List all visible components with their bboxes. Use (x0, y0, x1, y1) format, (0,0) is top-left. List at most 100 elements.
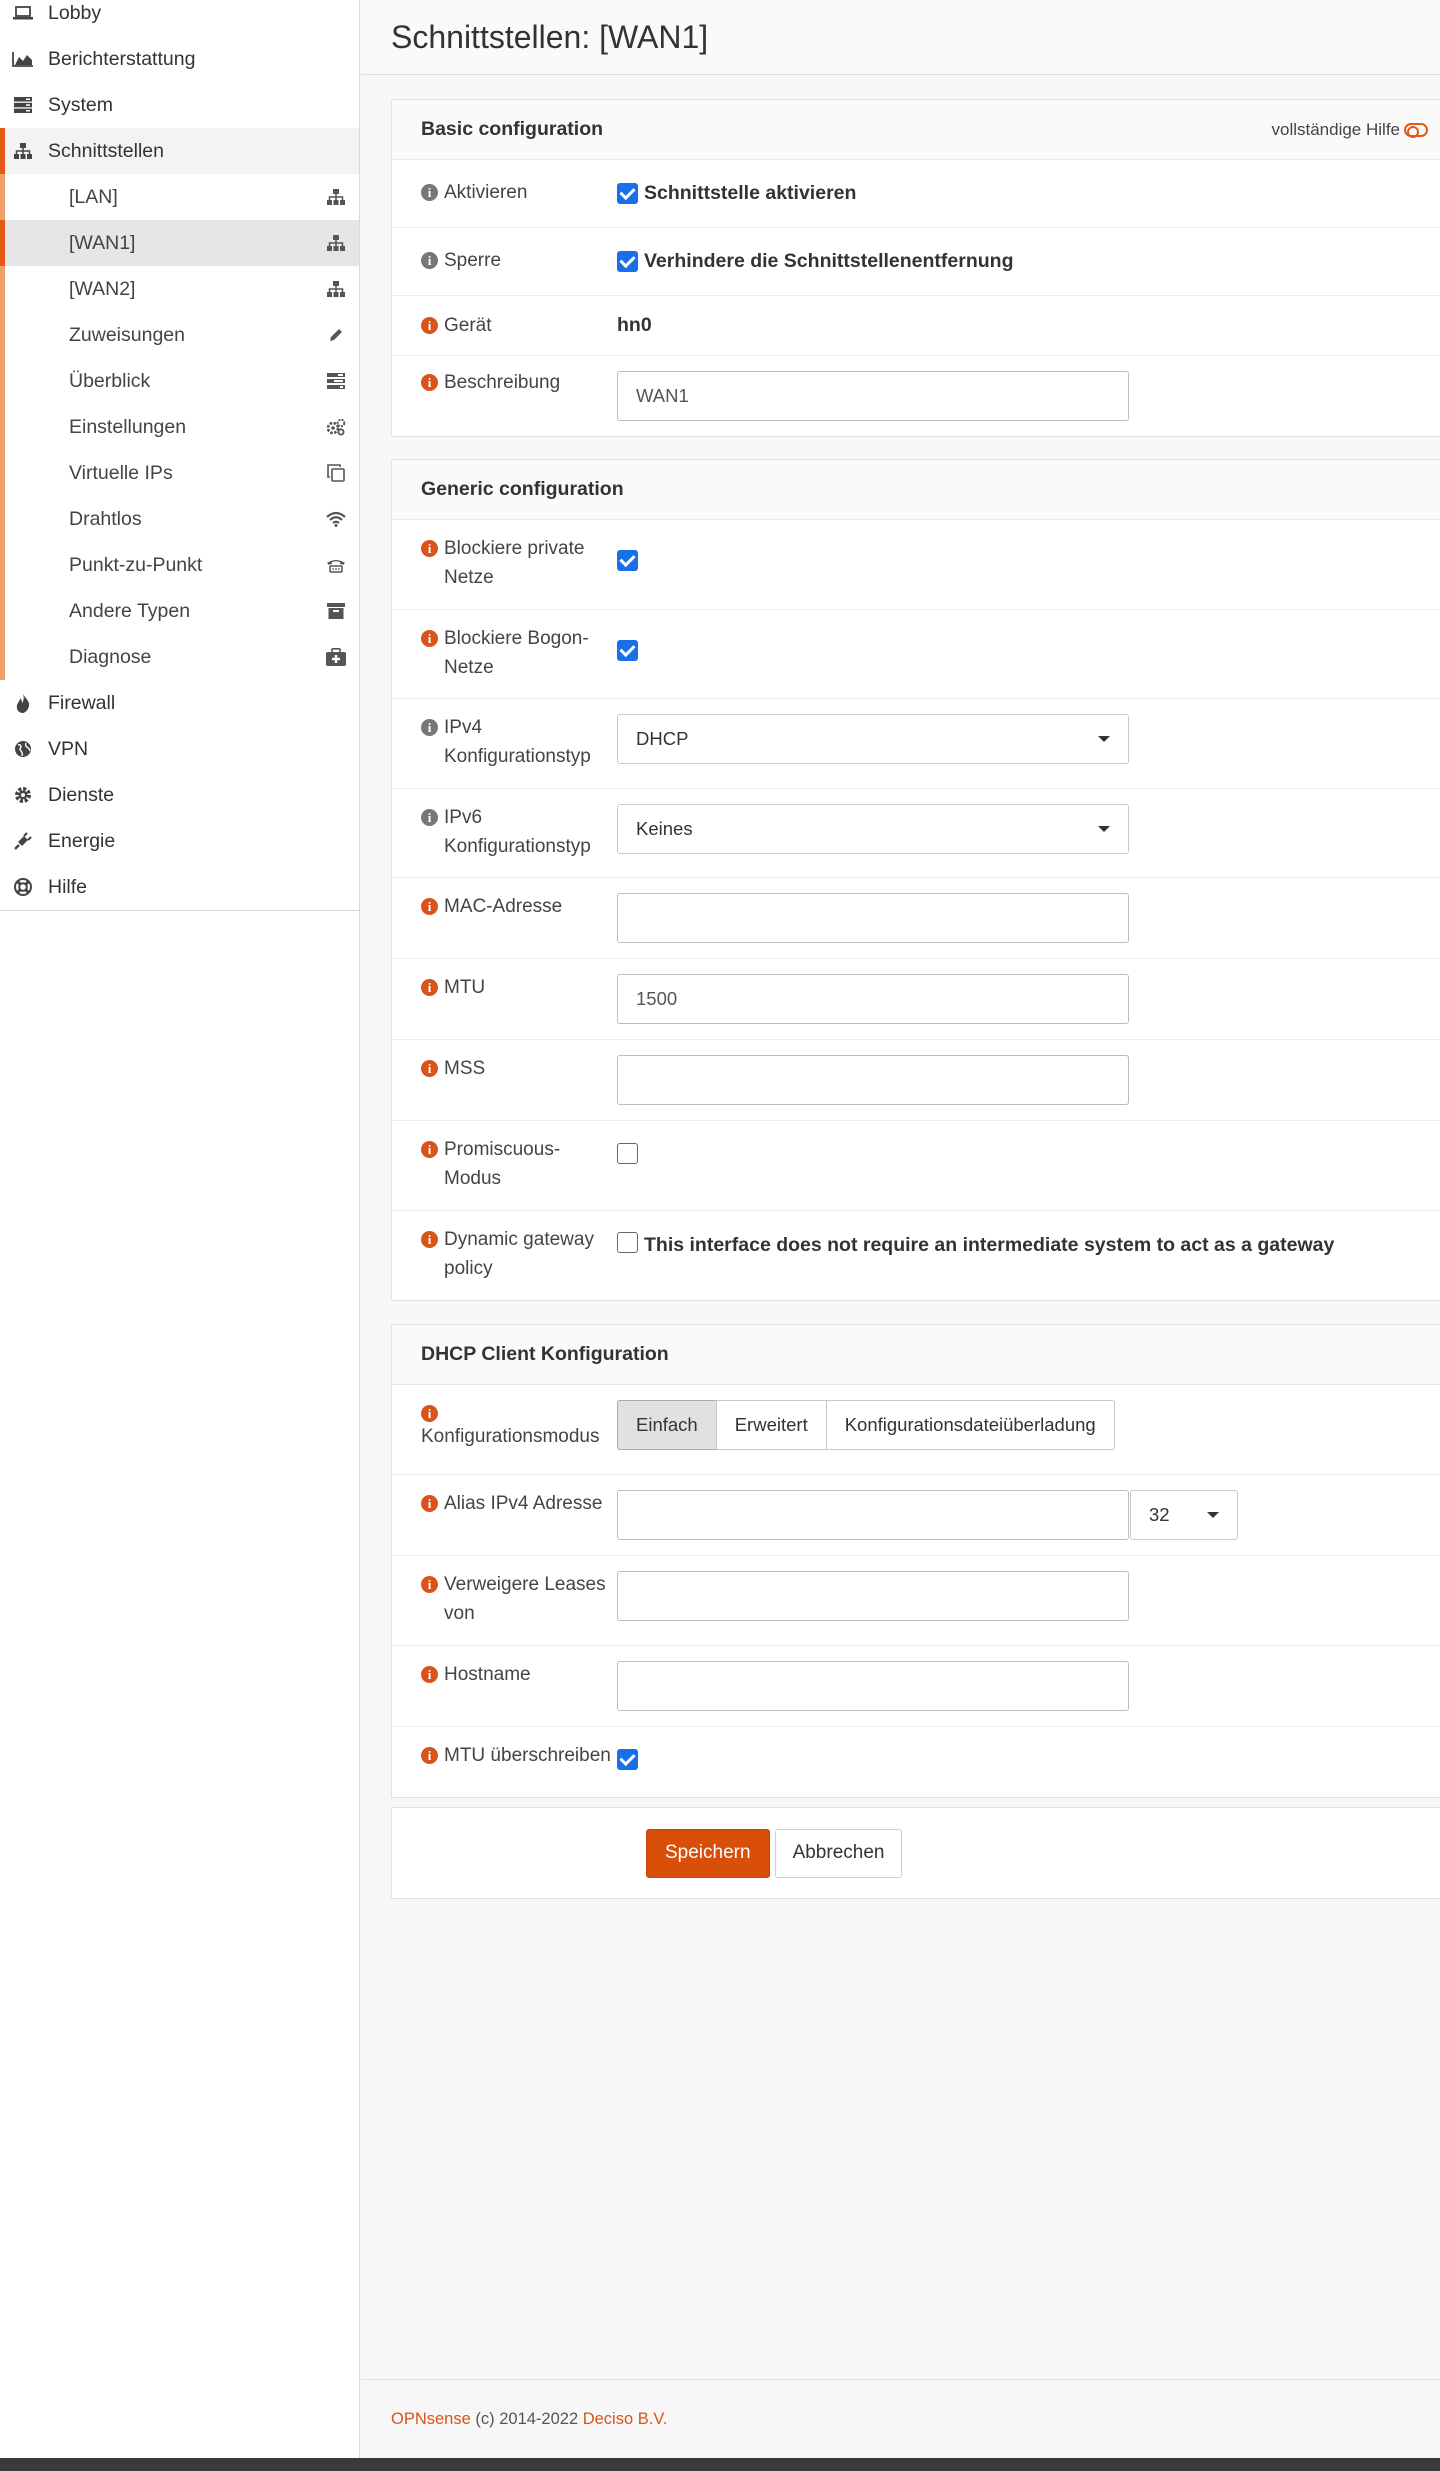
sidebar-item-hilfe[interactable]: Hilfe (0, 864, 359, 910)
page-header: Schnittstellen: [WAN1] (361, 0, 1440, 75)
sidebar-subitem-ueberblick[interactable]: Überblick (0, 358, 359, 404)
full-help-toggle[interactable]: vollständige Hilfe (1271, 120, 1428, 140)
info-icon[interactable]: i (421, 1576, 438, 1593)
info-icon[interactable]: i (421, 1747, 438, 1764)
enable-value: Schnittstelle aktivieren (617, 160, 1440, 227)
copyright-text: (c) 2014-2022 (475, 2409, 579, 2428)
reject-leases-input[interactable] (617, 1571, 1129, 1621)
sidebar-subitem-virtuelle-ips[interactable]: Virtuelle IPs (0, 450, 359, 496)
promiscuous-label: i Promiscuous-Modus (392, 1121, 617, 1210)
promiscuous-checkbox[interactable] (617, 1143, 638, 1164)
dynamic-gateway-checkbox[interactable] (617, 1232, 638, 1253)
description-input[interactable]: WAN1 (617, 371, 1129, 421)
info-icon[interactable]: i (421, 317, 438, 334)
sidebar-subitem-zuweisungen[interactable]: Zuweisungen (0, 312, 359, 358)
block-private-checkbox[interactable] (617, 550, 638, 571)
alias-ipv4-value: 32 (617, 1475, 1440, 1555)
info-icon[interactable]: i (421, 719, 438, 736)
lock-checkbox[interactable] (617, 251, 638, 272)
reject-leases-value (617, 1556, 1440, 1645)
sidebar-item-label: [WAN2] (69, 277, 136, 300)
info-icon[interactable]: i (421, 374, 438, 391)
info-icon[interactable]: i (421, 1231, 438, 1248)
info-icon[interactable]: i (421, 1405, 438, 1422)
enable-checkbox-label[interactable]: Schnittstelle aktivieren (644, 182, 856, 205)
sidebar-item-berichterstattung[interactable]: Berichterstattung (0, 36, 359, 82)
info-icon[interactable]: i (421, 1060, 438, 1077)
mac-address-input[interactable] (617, 893, 1129, 943)
config-mode-label: i Konfigurationsmodus (421, 1405, 600, 1447)
dynamic-gateway-checkbox-label[interactable]: This interface does not require an inter… (644, 1234, 1334, 1257)
block-bogon-label: i Blockiere Bogon-Netze (392, 610, 617, 698)
sidebar-subitem-drahtlos[interactable]: Drahtlos (0, 496, 359, 542)
sidebar-item-label: Hilfe (48, 875, 88, 898)
main-content: Schnittstellen: [WAN1] Basic configurati… (361, 0, 1440, 2458)
sidebar-subitem-wan2[interactable]: [WAN2] (0, 266, 359, 312)
sidebar-item-vpn[interactable]: VPN (0, 726, 359, 772)
override-mtu-checkbox[interactable] (617, 1749, 638, 1770)
sidebar-subitem-diagnose[interactable]: Diagnose (0, 634, 359, 680)
mac-row: i MAC-Adresse (392, 878, 1440, 959)
info-icon[interactable]: i (421, 1495, 438, 1512)
deciso-link[interactable]: Deciso B.V. (583, 2410, 668, 2429)
sidebar-subitem-lan[interactable]: [LAN] (0, 174, 359, 220)
info-icon[interactable]: i (421, 252, 438, 269)
pencil-icon (325, 324, 347, 346)
sidebar-subitem-andere-typen[interactable]: Andere Typen (0, 588, 359, 634)
sidebar-subitem-einstellungen[interactable]: Einstellungen (0, 404, 359, 450)
sitemap-icon (325, 232, 347, 254)
ipv6-type-select[interactable]: Keines (617, 804, 1129, 854)
hostname-input[interactable] (617, 1661, 1129, 1711)
lock-row: i Sperre Verhindere die Schnittstellenent… (392, 228, 1440, 296)
sidebar-item-dienste[interactable]: Dienste (0, 772, 359, 818)
sidebar-item-schnittstellen[interactable]: Schnittstellen (0, 128, 359, 174)
override-mtu-label: i MTU überschreiben (392, 1727, 617, 1797)
info-icon[interactable]: i (421, 1141, 438, 1158)
info-icon[interactable]: i (421, 898, 438, 915)
panel-title: Basic configuration (421, 118, 604, 140)
cancel-button[interactable]: Abbrechen (774, 1828, 903, 1878)
mode-override-button[interactable]: Konfigurationsdateiüberladung (825, 1400, 1115, 1450)
enable-label: i Aktivieren (392, 160, 617, 227)
mss-label: i MSS (392, 1040, 617, 1120)
device-row: i Gerät hn0 (392, 296, 1440, 356)
life-ring-icon (12, 876, 34, 898)
info-icon[interactable]: i (421, 1666, 438, 1683)
info-icon[interactable]: i (421, 809, 438, 826)
opnsense-link[interactable]: OPNsense (391, 2410, 471, 2429)
config-mode-button-group: Einfach Erweitert Konfigurationsdateiübe… (617, 1400, 1115, 1450)
mss-input[interactable] (617, 1055, 1129, 1105)
info-icon[interactable]: i (421, 540, 438, 557)
mtu-input[interactable]: 1500 (617, 974, 1129, 1024)
lock-checkbox-label[interactable]: Verhindere die Schnittstellenentfernung (644, 250, 1013, 273)
phone-icon (325, 554, 347, 576)
info-icon[interactable]: i (421, 184, 438, 201)
cog-icon (12, 784, 34, 806)
sidebar-item-label: Punkt-zu-Punkt (69, 553, 203, 576)
sidebar-subitem-punkt-zu-punkt[interactable]: Punkt-zu-Punkt (0, 542, 359, 588)
info-icon[interactable]: i (421, 979, 438, 996)
area-chart-icon (12, 48, 34, 70)
sidebar-item-label: Berichterstattung (48, 47, 196, 70)
sidebar-item-label: Virtuelle IPs (69, 461, 173, 484)
info-icon[interactable]: i (421, 630, 438, 647)
save-button[interactable]: Speichern (646, 1828, 770, 1878)
enable-checkbox[interactable] (617, 183, 638, 204)
sidebar-menu: Lobby Berichterstattung System Schnittst… (0, 0, 359, 911)
device-name: hn0 (617, 314, 652, 336)
alias-prefix-select[interactable]: 32 (1130, 1490, 1238, 1540)
ipv4-type-select[interactable]: DHCP (617, 714, 1129, 764)
block-bogon-checkbox[interactable] (617, 640, 638, 661)
reject-leases-label: i Verweigere Leases von (392, 1556, 617, 1645)
sidebar-subitem-wan1[interactable]: [WAN1] (0, 220, 359, 266)
caret-down-icon (1207, 1512, 1219, 1518)
sidebar-item-energie[interactable]: Energie (0, 818, 359, 864)
sidebar-item-firewall[interactable]: Firewall (0, 680, 359, 726)
panel-header: Generic configuration (392, 460, 1440, 520)
alias-ipv4-row: i Alias IPv4 Adresse 32 (392, 1475, 1440, 1556)
mode-basic-button[interactable]: Einfach (617, 1400, 717, 1450)
sidebar-item-lobby[interactable]: Lobby (0, 0, 359, 36)
mode-advanced-button[interactable]: Erweitert (715, 1400, 827, 1450)
alias-ipv4-input[interactable] (617, 1490, 1129, 1540)
sidebar-item-system[interactable]: System (0, 82, 359, 128)
